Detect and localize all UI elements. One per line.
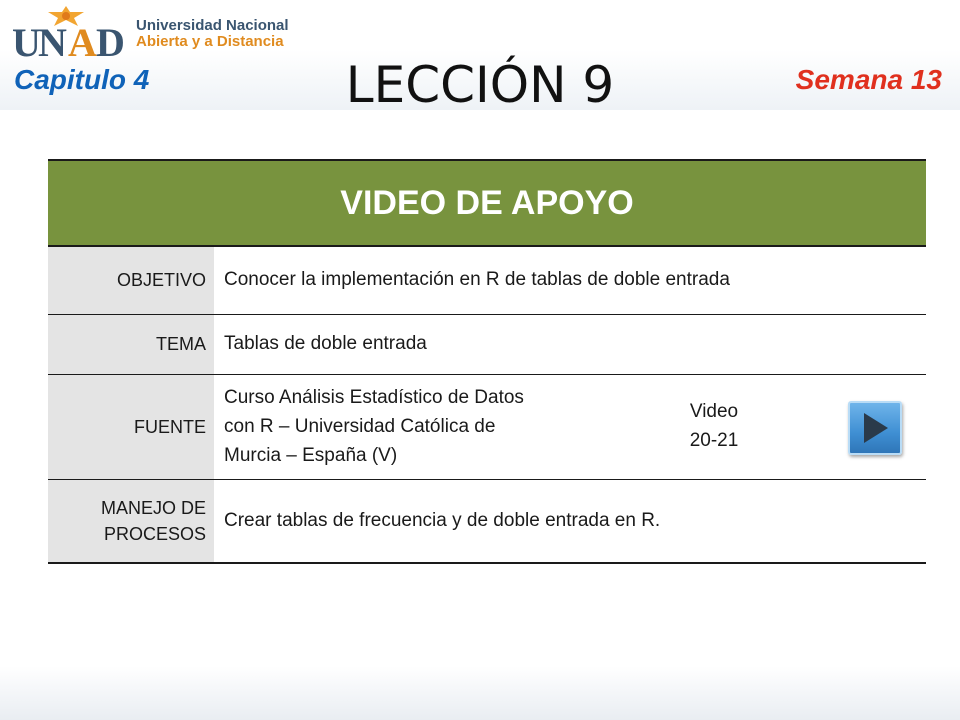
- source-line-1: Curso Análisis Estadístico de Datos: [224, 386, 524, 408]
- row-label-manejo: MANEJO DE PROCESOS: [48, 479, 214, 563]
- table-row-objetivo: OBJETIVO Conocer la implementación en R …: [48, 246, 926, 315]
- logo-d: D: [96, 20, 125, 60]
- row-label-objetivo: OBJETIVO: [48, 246, 214, 315]
- footer-band: [0, 666, 960, 720]
- support-video-table: VIDEO DE APOYO OBJETIVO Conocer la imple…: [48, 159, 926, 564]
- video-label: Video: [689, 400, 739, 422]
- logo-line1: Universidad Nacional: [136, 17, 289, 34]
- logo-u: U: [12, 20, 41, 60]
- logo-a: A: [68, 20, 97, 60]
- info-table: VIDEO DE APOYO OBJETIVO Conocer la imple…: [48, 159, 926, 564]
- play-icon: [864, 412, 888, 443]
- logo-n: N: [38, 20, 67, 60]
- source-text: Curso Análisis Estadístico de Datos con …: [224, 383, 614, 470]
- row-label-manejo-line2: PROCESOS: [103, 523, 206, 544]
- row-value-manejo: Crear tablas de frecuencia y de doble en…: [224, 509, 661, 531]
- university-logo: U N A D Universidad Nacional Abierta y a…: [10, 4, 300, 60]
- row-label-manejo-line1: MANEJO DE: [100, 497, 206, 518]
- source-cell: Curso Análisis Estadístico de Datos con …: [214, 375, 926, 479]
- play-video-button[interactable]: [848, 400, 902, 455]
- table-title: VIDEO DE APOYO: [48, 160, 926, 247]
- source-line-2: con R – Universidad Católica de: [224, 415, 496, 437]
- row-label-fuente: FUENTE: [48, 374, 214, 480]
- video-info: Video 20-21: [654, 397, 774, 455]
- table-row-tema: TEMA Tablas de doble entrada: [48, 314, 926, 375]
- table-row-fuente: FUENTE Curso Análisis Estadístico de Dat…: [48, 374, 926, 480]
- source-line-3: Murcia – España (V): [224, 444, 398, 466]
- week-label: Semana 13: [795, 64, 942, 95]
- unad-logo-mark: U N A D: [12, 6, 125, 60]
- row-label-tema: TEMA: [48, 314, 214, 375]
- row-value-objetivo: Conocer la implementación en R de tablas…: [214, 246, 926, 315]
- row-value-fuente: Curso Análisis Estadístico de Datos con …: [214, 374, 926, 480]
- video-range: 20-21: [689, 429, 739, 451]
- table-row-manejo: MANEJO DE PROCESOS Crear tablas de frecu…: [48, 479, 926, 563]
- logo-line2: Abierta y a Distancia: [136, 33, 284, 50]
- logo-text: Universidad Nacional Abierta y a Distanc…: [136, 18, 289, 50]
- row-value-tema: Tablas de doble entrada: [214, 314, 926, 375]
